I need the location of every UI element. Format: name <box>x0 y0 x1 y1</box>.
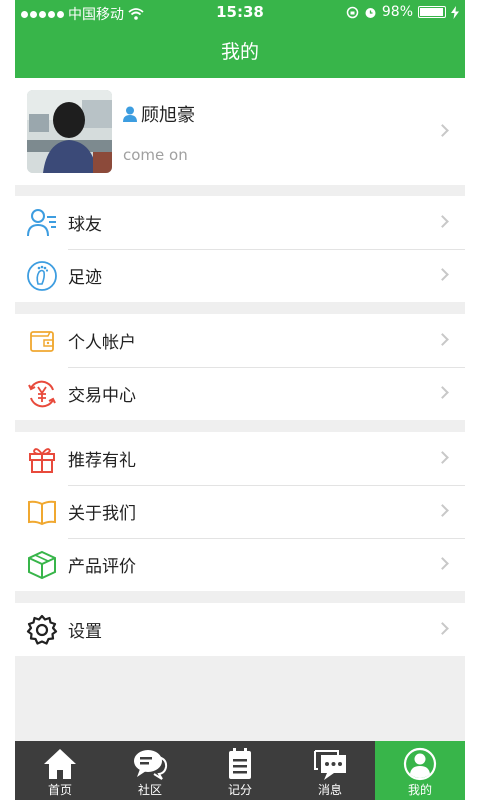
tab-scoring[interactable]: 记分 <box>195 741 285 800</box>
chevron-right-icon <box>436 557 449 570</box>
menu-item-label: 球友 <box>68 215 102 235</box>
chat-bubble-icon <box>134 750 168 780</box>
scorecard-icon <box>229 748 251 779</box>
menu-item-product-review[interactable]: 产品评价 <box>15 538 465 591</box>
chevron-right-icon <box>436 268 449 281</box>
avatar[interactable] <box>27 90 112 173</box>
alarm-icon <box>365 7 376 18</box>
home-icon <box>44 749 76 779</box>
message-icon <box>314 750 346 780</box>
menu-group-account: 个人帐户 交易中心 <box>15 314 465 420</box>
menu-item-friends[interactable]: 球友 <box>15 196 465 249</box>
person-icon <box>123 106 137 122</box>
avatar-photo <box>27 90 112 173</box>
yen-exchange-icon <box>28 380 56 408</box>
menu-item-label: 设置 <box>68 622 102 642</box>
header: 中国移动 15:38 98% 我的 <box>15 0 465 78</box>
footprint-icon <box>27 261 57 291</box>
menu-item-label: 足迹 <box>68 268 102 288</box>
friends-icon <box>27 209 56 237</box>
user-name-row: 顾旭豪 <box>123 101 195 127</box>
battery-percent: 98% <box>381 4 413 20</box>
tab-label: 记分 <box>227 783 252 797</box>
tab-me[interactable]: 我的 <box>375 741 465 800</box>
chevron-right-icon <box>436 333 449 346</box>
menu-item-trading-center[interactable]: 交易中心 <box>15 367 465 420</box>
menu-item-label: 关于我们 <box>68 504 136 524</box>
gift-icon <box>29 448 55 473</box>
gear-icon <box>26 614 58 645</box>
page-title: 我的 <box>220 41 259 63</box>
app-frame: 中国移动 15:38 98% 我的 顾旭豪 come on 球友 足迹 个人帐户… <box>15 0 465 800</box>
tab-label: 我的 <box>407 783 432 797</box>
user-name: 顾旭豪 <box>141 105 195 126</box>
menu-item-footprints[interactable]: 足迹 <box>15 249 465 302</box>
status-right: 98% <box>346 4 459 20</box>
tab-label: 社区 <box>137 783 162 797</box>
tab-messages[interactable]: 消息 <box>285 741 375 800</box>
chevron-right-icon <box>436 215 449 228</box>
wallet-icon <box>30 331 54 352</box>
phone-screen: 中国移动 15:38 98% 我的 顾旭豪 come on 球友 足迹 个人帐户… <box>0 0 480 800</box>
menu-item-about-us[interactable]: 关于我们 <box>15 485 465 538</box>
menu-item-label: 推荐有礼 <box>68 451 136 471</box>
tab-community[interactable]: 社区 <box>105 741 195 800</box>
tab-label: 消息 <box>317 783 342 797</box>
battery-icon <box>418 6 446 18</box>
chevron-right-icon <box>436 386 449 399</box>
tab-home[interactable]: 首页 <box>15 741 105 800</box>
chevron-right-icon <box>436 124 449 137</box>
rotation-lock-icon <box>346 6 359 18</box>
user-motto: come on <box>123 146 188 164</box>
menu-group-settings: 设置 <box>15 603 465 656</box>
menu-group-social: 球友 足迹 <box>15 196 465 302</box>
profile-card[interactable]: 顾旭豪 come on <box>15 78 465 185</box>
menu-group-info: 推荐有礼 关于我们 产品评价 <box>15 432 465 591</box>
status-bar: 中国移动 15:38 98% <box>15 0 465 26</box>
charging-icon <box>451 5 459 19</box>
chevron-right-icon <box>436 451 449 464</box>
box-icon <box>28 550 56 580</box>
menu-item-label: 交易中心 <box>68 386 136 406</box>
menu-item-label: 产品评价 <box>68 557 136 577</box>
menu-item-personal-account[interactable]: 个人帐户 <box>15 314 465 367</box>
menu-item-referral-gift[interactable]: 推荐有礼 <box>15 432 465 485</box>
menu-item-label: 个人帐户 <box>68 333 136 353</box>
chevron-right-icon <box>436 622 449 635</box>
chevron-right-icon <box>436 504 449 517</box>
menu-item-settings[interactable]: 设置 <box>15 603 465 656</box>
user-circle-icon <box>403 747 437 781</box>
tab-bar: 首页 社区 记分 消息 我的 <box>15 741 465 800</box>
tab-label: 首页 <box>47 783 72 797</box>
book-icon <box>28 500 56 526</box>
battery-fill <box>420 8 444 16</box>
